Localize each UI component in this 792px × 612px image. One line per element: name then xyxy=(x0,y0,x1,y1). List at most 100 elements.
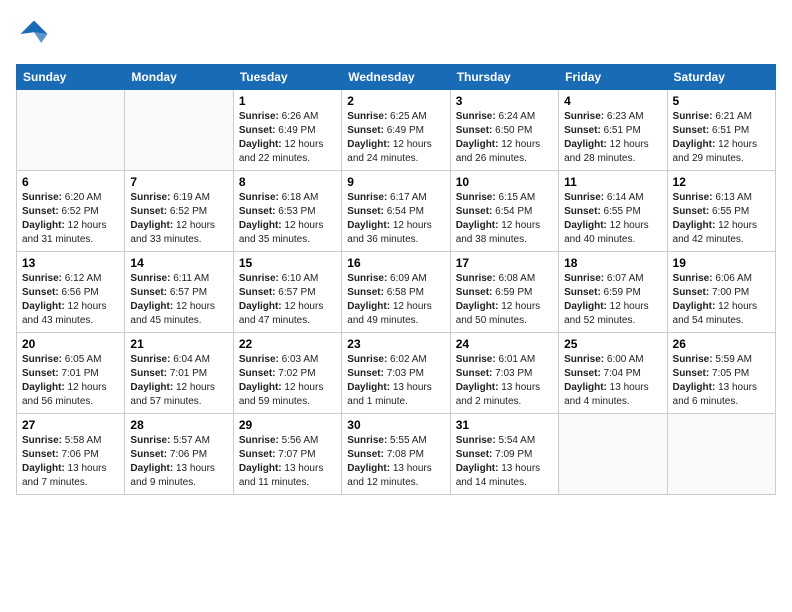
day-number: 18 xyxy=(564,256,661,270)
calendar-cell: 18 Sunrise: 6:07 AM Sunset: 6:59 PM Dayligh… xyxy=(559,252,667,333)
calendar-cell: 10Sunrise: 6:15 AMSunset: 6:54 PMDayligh… xyxy=(450,171,558,252)
sunrise-label: Sunrise: 6:13 AM xyxy=(673,192,752,203)
daylight-label: Daylight: 13 hours and 6 minutes. xyxy=(673,382,757,407)
day-number: 26 xyxy=(673,337,770,351)
sunrise-label: Sunrise: 6:07 AM xyxy=(564,273,643,284)
day-number: 22 xyxy=(239,337,336,351)
weekday-header-monday: Monday xyxy=(125,65,233,90)
calendar-cell: 30Sunrise: 5:55 AMSunset: 7:08 PMDayligh… xyxy=(342,414,450,495)
calendar-week-3: 13Sunrise: 6:12 AMSunset: 6:56 PMDayligh… xyxy=(17,252,776,333)
daylight-label: Daylight: 12 hours and 31 minutes. xyxy=(22,220,106,245)
daylight-label: Daylight: 13 hours and 2 minutes. xyxy=(456,382,540,407)
daylight-label: Daylight: 12 hours and 40 minutes. xyxy=(564,220,648,245)
calendar-header-row: SundayMondayTuesdayWednesdayThursdayFrid… xyxy=(17,65,776,90)
calendar-cell xyxy=(559,414,667,495)
calendar-cell: 12 Sunrise: 6:13 AMSunset: 6:55 PMDayligh… xyxy=(667,171,775,252)
day-info: Sunrise: 6:21 AMSunset: 6:51 PMDaylight:… xyxy=(673,110,770,166)
calendar-table: SundayMondayTuesdayWednesdayThursdayFrid… xyxy=(16,64,776,495)
calendar-week-1: 1Sunrise: 6:26 AMSunset: 6:49 PMDaylight… xyxy=(17,90,776,171)
sunset-label: Sunset: 7:03 PM xyxy=(456,368,533,379)
day-info: Sunrise: 6:07 AM Sunset: 6:59 PM Daylight:… xyxy=(564,272,661,328)
day-info: Sunrise: 6:08 AMSunset: 6:59 PMDaylight:… xyxy=(456,272,553,328)
daylight-label: Daylight: 12 hours and 33 minutes. xyxy=(130,220,214,245)
day-info: Sunrise: 6:01 AMSunset: 7:03 PMDaylight:… xyxy=(456,353,553,409)
calendar-cell: 28 Sunrise: 5:57 AM Sunset: 7:06 PM Dayligh… xyxy=(125,414,233,495)
calendar-cell: 8Sunrise: 6:18 AMSunset: 6:53 PMDaylight… xyxy=(233,171,341,252)
day-info: Sunrise: 6:25 AMSunset: 6:49 PMDaylight:… xyxy=(347,110,444,166)
day-number: 11 xyxy=(564,175,661,189)
sunrise-label: Sunrise: 6:06 AM xyxy=(673,273,752,284)
sunrise-label: Sunrise: 6:04 AM xyxy=(130,354,209,365)
day-number: 25 xyxy=(564,337,661,351)
sunrise-label: Sunrise: 5:57 AM xyxy=(130,435,209,446)
calendar-cell: 11Sunrise: 6:14 AMSunset: 6:55 PMDayligh… xyxy=(559,171,667,252)
calendar-week-2: 6Sunrise: 6:20 AMSunset: 6:52 PMDaylight… xyxy=(17,171,776,252)
sunset-label: Sunset: 7:05 PM xyxy=(673,368,750,379)
daylight-label: Daylight: 13 hours and 7 minutes. xyxy=(22,463,106,488)
daylight-label: Daylight: 12 hours and 47 minutes. xyxy=(239,301,323,326)
sunset-label: Sunset: 7:06 PM xyxy=(130,449,207,460)
calendar-cell xyxy=(125,90,233,171)
day-info: Sunrise: 6:13 AMSunset: 6:55 PMDaylight:… xyxy=(673,191,770,247)
daylight-label: Daylight: 12 hours and 26 minutes. xyxy=(456,139,540,164)
daylight-label: Daylight: 12 hours and 52 minutes. xyxy=(564,301,648,326)
day-number: 7 xyxy=(130,175,227,189)
daylight-label: Daylight: 13 hours and 9 minutes. xyxy=(130,463,214,488)
day-info: Sunrise: 6:03 AMSunset: 7:02 PMDaylight:… xyxy=(239,353,336,409)
logo-icon xyxy=(16,16,52,52)
sunset-label: Sunset: 6:59 PM xyxy=(564,287,641,298)
sunrise-label: Sunrise: 6:09 AM xyxy=(347,273,426,284)
day-info: Sunrise: 5:55 AMSunset: 7:08 PMDaylight:… xyxy=(347,434,444,490)
calendar-cell: 14 Sunrise: 6:11 AMSunset: 6:57 PMDayligh… xyxy=(125,252,233,333)
sunset-label: Sunset: 7:06 PM xyxy=(22,449,99,460)
sunrise-label: Sunrise: 6:11 AM xyxy=(130,273,209,284)
calendar-cell: 20Sunrise: 6:05 AMSunset: 7:01 PMDayligh… xyxy=(17,333,125,414)
weekday-header-wednesday: Wednesday xyxy=(342,65,450,90)
sunset-label: Sunset: 6:53 PM xyxy=(239,206,316,217)
day-number: 17 xyxy=(456,256,553,270)
sunrise-label: Sunrise: 6:10 AM xyxy=(239,273,318,284)
daylight-label: Daylight: 13 hours and 14 minutes. xyxy=(456,463,540,488)
sunrise-label: Sunrise: 6:00 AM xyxy=(564,354,643,365)
sunset-label: Sunset: 6:49 PM xyxy=(347,125,424,136)
sunrise-label: Sunrise: 6:15 AM xyxy=(456,192,535,203)
calendar-cell: 4Sunrise: 6:23 AMSunset: 6:51 PMDaylight… xyxy=(559,90,667,171)
sunrise-label: Sunrise: 6:08 AM xyxy=(456,273,535,284)
weekday-header-sunday: Sunday xyxy=(17,65,125,90)
day-info: Sunrise: 5:59 AMSunset: 7:05 PMDaylight:… xyxy=(673,353,770,409)
calendar-cell: 21Sunrise: 6:04 AMSunset: 7:01 PMDayligh… xyxy=(125,333,233,414)
calendar-cell: 24Sunrise: 6:01 AMSunset: 7:03 PMDayligh… xyxy=(450,333,558,414)
sunset-label: Sunset: 7:07 PM xyxy=(239,449,316,460)
sunset-label: Sunset: 6:59 PM xyxy=(456,287,533,298)
day-number: 31 xyxy=(456,418,553,432)
daylight-label: Daylight: 12 hours and 56 minutes. xyxy=(22,382,106,407)
calendar-cell: 13Sunrise: 6:12 AMSunset: 6:56 PMDayligh… xyxy=(17,252,125,333)
day-info: Sunrise: 6:15 AMSunset: 6:54 PMDaylight:… xyxy=(456,191,553,247)
day-info: Sunrise: 6:19 AMSunset: 6:52 PMDaylight:… xyxy=(130,191,227,247)
day-info: Sunrise: 6:11 AMSunset: 6:57 PMDaylight:… xyxy=(130,272,227,328)
day-number: 14 xyxy=(130,256,227,270)
weekday-header-thursday: Thursday xyxy=(450,65,558,90)
sunset-label: Sunset: 6:50 PM xyxy=(456,125,533,136)
day-info: Sunrise: 6:00 AMSunset: 7:04 PMDaylight:… xyxy=(564,353,661,409)
sunrise-label: Sunrise: 6:20 AM xyxy=(22,192,101,203)
sunset-label: Sunset: 6:51 PM xyxy=(564,125,641,136)
calendar-cell: 19Sunrise: 6:06 AMSunset: 7:00 PMDayligh… xyxy=(667,252,775,333)
day-number: 1 xyxy=(239,94,336,108)
sunrise-label: Sunrise: 6:05 AM xyxy=(22,354,101,365)
daylight-label: Daylight: 12 hours and 54 minutes. xyxy=(673,301,757,326)
day-info: Sunrise: 6:05 AM Sunset: 7:01 PM Daylight:… xyxy=(22,353,119,409)
daylight-label: Daylight: 12 hours and 49 minutes. xyxy=(347,301,431,326)
day-number: 12 xyxy=(673,175,770,189)
calendar-cell: 3Sunrise: 6:24 AMSunset: 6:50 PMDaylight… xyxy=(450,90,558,171)
sunrise-label: Sunrise: 6:23 AM xyxy=(564,111,643,122)
day-number: 15 xyxy=(239,256,336,270)
day-number: 28 xyxy=(130,418,227,432)
daylight-label: Daylight: 12 hours and 29 minutes. xyxy=(673,139,757,164)
day-number: 3 xyxy=(456,94,553,108)
day-info: Sunrise: 6:09 AMSunset: 6:58 PMDaylight:… xyxy=(347,272,444,328)
sunset-label: Sunset: 7:01 PM xyxy=(22,368,99,379)
day-info: Sunrise: 5:54 AMSunset: 7:09 PMDaylight:… xyxy=(456,434,553,490)
weekday-header-tuesday: Tuesday xyxy=(233,65,341,90)
daylight-label: Daylight: 12 hours and 36 minutes. xyxy=(347,220,431,245)
